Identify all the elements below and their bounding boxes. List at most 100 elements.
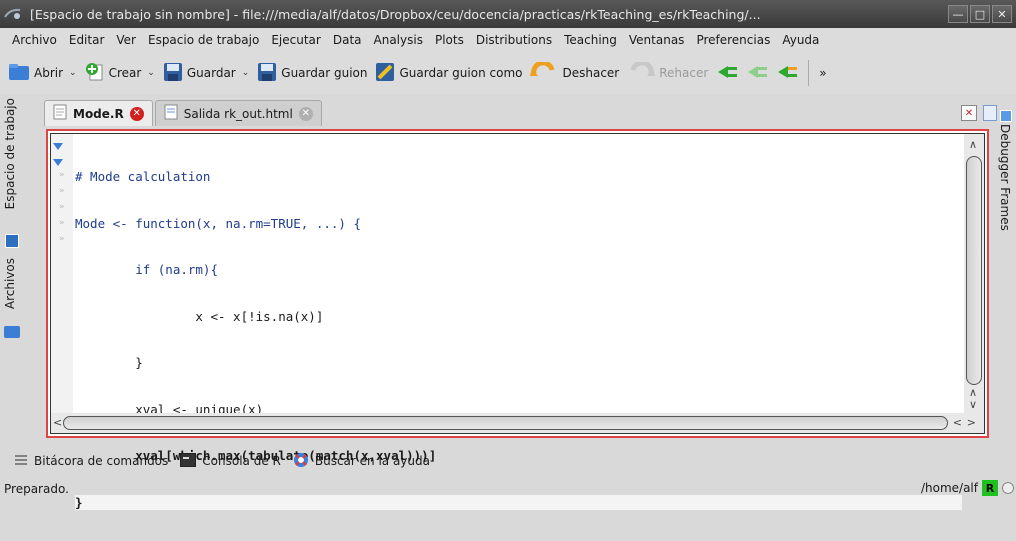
workspace-icon[interactable] <box>5 234 19 248</box>
script-editor[interactable]: » » » » » # Mode calculation Mode <- fun… <box>50 133 985 510</box>
new-file-icon <box>85 62 105 85</box>
create-button[interactable]: Crear ⌄ <box>81 57 159 89</box>
title-bar: [Espacio de trabajo sin nombre] - file:/… <box>0 0 1016 28</box>
run-all-button[interactable] <box>772 57 802 89</box>
code-line: } <box>75 355 143 370</box>
debugger-frames-dock-tab[interactable]: Debugger Frames <box>998 124 1012 231</box>
minimize-button[interactable]: — <box>948 5 968 23</box>
close-icon[interactable]: ✕ <box>129 106 144 121</box>
status-indicator-icon <box>1002 482 1014 494</box>
script-editor-frame: » » » » » # Mode calculation Mode <- fun… <box>46 129 989 510</box>
close-tab-icon[interactable]: ✕ <box>961 105 977 121</box>
save-script-as-button[interactable]: Guardar guion como <box>371 57 526 89</box>
r-console-label: Consola de R <box>202 454 281 468</box>
r-status-badge: R <box>982 480 998 496</box>
right-dock-panel: Debugger Frames <box>996 94 1016 436</box>
tab-mode-r[interactable]: Mode.R ✕ <box>44 100 153 126</box>
run-line-button[interactable] <box>712 57 742 89</box>
undo-icon <box>530 59 558 85</box>
menu-analysis[interactable]: Analysis <box>368 33 429 47</box>
save-as-icon <box>375 62 395 85</box>
scroll-thumb[interactable] <box>966 156 982 385</box>
chevron-down-icon[interactable]: ⌄ <box>147 68 155 78</box>
tab-marker: » <box>59 218 65 228</box>
save-button[interactable]: Guardar ⌄ <box>159 57 253 89</box>
maximize-button[interactable]: □ <box>970 5 990 23</box>
undo-label: Deshacer <box>562 66 620 80</box>
html-file-icon <box>164 104 178 123</box>
run-selection-icon <box>746 64 768 83</box>
debugger-icon[interactable] <box>1000 110 1012 122</box>
command-log-label: Bitácora de comandos <box>34 454 169 468</box>
redo-label: Rehacer <box>659 66 709 80</box>
r-console-tab[interactable]: Consola de R <box>180 452 281 470</box>
document-tab-bar: Mode.R ✕ Salida rk_out.html ✕ <box>44 100 324 126</box>
tab-marker: » <box>59 170 65 180</box>
tab-marker: » <box>59 186 65 196</box>
code-line: Mode <- function(x, na.rm=TRUE, ...) { <box>75 215 361 231</box>
toolbar: Abrir ⌄ Crear ⌄ Guardar ⌄ Guardar guion … <box>0 52 1016 94</box>
help-lifebuoy-icon <box>293 452 309 471</box>
redo-button[interactable]: Rehacer <box>623 57 712 89</box>
scroll-down-icon[interactable]: ∨ <box>969 398 977 411</box>
save-label: Guardar <box>186 66 236 80</box>
menu-editar[interactable]: Editar <box>63 33 111 47</box>
chevron-down-icon[interactable]: ⌄ <box>69 68 77 78</box>
files-dock-tab[interactable]: Archivos <box>3 258 17 309</box>
horizontal-scrollbar[interactable]: < < > <box>51 413 984 433</box>
console-icon <box>180 452 197 470</box>
command-log-tab[interactable]: Bitácora de comandos <box>14 453 168 470</box>
detach-window-icon[interactable] <box>983 105 997 121</box>
chevron-down-icon[interactable]: ⌄ <box>242 68 250 78</box>
menu-distributions[interactable]: Distributions <box>470 33 558 47</box>
menu-ver[interactable]: Ver <box>110 33 142 47</box>
menu-data[interactable]: Data <box>327 33 368 47</box>
menu-espacio-de-trabajo[interactable]: Espacio de trabajo <box>142 33 265 47</box>
save-icon <box>257 62 277 85</box>
log-icon <box>14 453 28 470</box>
scroll-up-icon[interactable]: ∧ <box>969 138 977 151</box>
scroll-right-icon[interactable]: > <box>967 416 976 429</box>
undo-button[interactable]: Deshacer <box>526 57 623 89</box>
run-all-icon <box>776 64 798 83</box>
app-icon[interactable] <box>0 0 26 28</box>
code-line: # Mode calculation <box>75 169 211 184</box>
save-icon <box>163 62 183 85</box>
close-icon[interactable]: ✕ <box>298 106 313 121</box>
code-line: if (na.rm){ <box>75 262 218 277</box>
workspace-dock-tab[interactable]: Espacio de trabajo <box>3 98 17 209</box>
toolbar-overflow-button[interactable]: » <box>815 57 830 89</box>
tab-marker: » <box>59 202 65 212</box>
menu-teaching[interactable]: Teaching <box>558 33 623 47</box>
code-line: x <- x[!is.na(x)] <box>75 308 324 324</box>
status-bar: Preparado. <box>0 478 1016 499</box>
working-directory[interactable]: /home/alf <box>921 481 978 495</box>
close-window-button[interactable]: ✕ <box>992 5 1012 23</box>
open-button[interactable]: Abrir ⌄ <box>4 57 81 89</box>
run-selection-button[interactable] <box>742 57 772 89</box>
tab-salida-rk-out[interactable]: Salida rk_out.html ✕ <box>154 100 322 126</box>
menu-archivo[interactable]: Archivo <box>6 33 63 47</box>
vertical-scrollbar[interactable]: ∧ ∧ ∨ <box>964 134 984 413</box>
menu-bar: Archivo Editar Ver Espacio de trabajo Ej… <box>0 28 1016 52</box>
menu-plots[interactable]: Plots <box>429 33 470 47</box>
fold-marker-icon[interactable] <box>53 159 63 167</box>
script-file-icon <box>53 104 67 123</box>
files-folder-icon[interactable] <box>4 326 20 338</box>
fold-marker-icon[interactable] <box>53 143 63 151</box>
help-search-tab[interactable]: Buscar en la ayuda <box>293 452 430 471</box>
left-dock-panel: Espacio de trabajo Archivos <box>0 94 26 436</box>
tab-marker: » <box>59 234 65 244</box>
scroll-thumb[interactable] <box>63 416 948 430</box>
create-label: Crear <box>108 66 142 80</box>
help-search-label: Buscar en la ayuda <box>314 454 430 468</box>
save-script-as-label: Guardar guion como <box>399 66 523 80</box>
menu-ejecutar[interactable]: Ejecutar <box>265 33 327 47</box>
tab-label: Mode.R <box>73 106 124 121</box>
scroll-left-icon[interactable]: < <box>53 416 62 429</box>
scroll-left-icon[interactable]: < <box>953 416 962 429</box>
menu-ayuda[interactable]: Ayuda <box>776 33 825 47</box>
menu-preferencias[interactable]: Preferencias <box>690 33 776 47</box>
save-script-button[interactable]: Guardar guion <box>253 57 371 89</box>
menu-ventanas[interactable]: Ventanas <box>623 33 691 47</box>
